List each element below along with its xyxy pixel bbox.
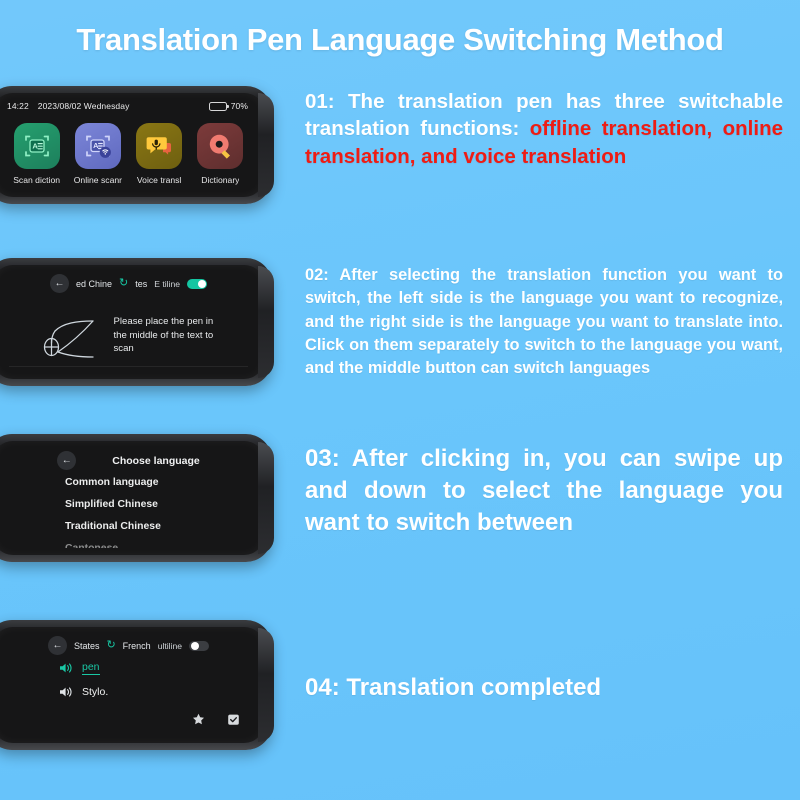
result-action-bar bbox=[192, 713, 240, 731]
list-item[interactable]: Traditional Chinese bbox=[65, 521, 252, 532]
page-title: Translation Pen Language Switching Metho… bbox=[76, 22, 724, 57]
device-screenshot-4: ← States ↻ French ultiline pen Stylo. bbox=[0, 620, 274, 750]
target-word: Stylo. bbox=[82, 686, 109, 698]
target-row: Stylo. bbox=[59, 686, 250, 698]
battery-indicator: 70% bbox=[208, 101, 248, 111]
scan-dictionary-icon: A bbox=[13, 123, 60, 169]
star-icon[interactable] bbox=[192, 713, 205, 731]
device-screen-2: ← ed Chine ↻ tes E tiline Please place t… bbox=[0, 265, 264, 379]
multiline-toggle[interactable] bbox=[189, 640, 210, 651]
device-screenshot-3: ← Choose language Common language Simpli… bbox=[0, 434, 274, 562]
device-screenshot-2: ← ed Chine ↻ tes E tiline Please place t… bbox=[0, 258, 274, 386]
screen-divider bbox=[9, 366, 248, 367]
app-online-scan[interactable]: A Online scanr bbox=[67, 123, 128, 185]
back-arrow-icon[interactable]: ← bbox=[49, 274, 69, 293]
list-item[interactable]: Cantonese bbox=[65, 543, 252, 548]
back-arrow-icon[interactable]: ← bbox=[47, 636, 67, 655]
language-bar: ← ed Chine ↻ tes E tiline bbox=[0, 274, 264, 293]
speaker-icon[interactable] bbox=[59, 686, 73, 698]
online-scan-wifi-icon: A bbox=[74, 123, 121, 169]
step-03-text: 03: After clicking in, you can swipe up … bbox=[305, 445, 783, 537]
choose-language-header: ← Choose language bbox=[0, 451, 264, 470]
swap-languages-icon[interactable]: ↻ bbox=[119, 278, 128, 289]
step-02-text: 02: After selecting the translation func… bbox=[305, 266, 783, 378]
svg-text:A: A bbox=[32, 141, 38, 150]
app-label: Online scanr bbox=[73, 175, 122, 185]
device-screenshot-1: 14:22 2023/08/02 Wednesday 70% A Scan di… bbox=[0, 86, 274, 204]
list-item[interactable]: Simplified Chinese bbox=[65, 499, 252, 510]
step-04-text: 04: Translation completed bbox=[305, 674, 602, 701]
multiline-label: E tiline bbox=[154, 278, 181, 289]
language-bar: ← States ↻ French ultiline bbox=[0, 636, 264, 655]
back-arrow-icon[interactable]: ← bbox=[57, 451, 77, 470]
source-word[interactable]: pen bbox=[82, 661, 100, 675]
source-language[interactable]: States bbox=[74, 641, 100, 651]
source-row: pen bbox=[59, 661, 250, 675]
step-01-text: 01: The translation pen has three switch… bbox=[305, 88, 783, 170]
voice-translation-icon bbox=[136, 123, 183, 169]
multiline-label: ultiline bbox=[157, 640, 183, 651]
scanning-pen-illustration bbox=[43, 320, 94, 358]
status-time: 14:22 bbox=[7, 101, 29, 111]
device-screen-3: ← Choose language Common language Simpli… bbox=[0, 441, 264, 555]
battery-percent: 70% bbox=[230, 101, 248, 111]
clipboard-check-icon[interactable] bbox=[227, 713, 240, 731]
dictionary-search-icon bbox=[197, 123, 244, 169]
app-voice-translation[interactable]: Voice transl bbox=[129, 123, 190, 185]
scan-hint-text: Please place the pen in the middle of th… bbox=[113, 316, 214, 355]
app-grid: A Scan diction A Online scanr Voice tran… bbox=[6, 123, 251, 185]
app-dictionary[interactable]: Dictionary bbox=[190, 123, 251, 185]
choose-language-title: Choose language bbox=[112, 454, 200, 467]
device-screen-1: 14:22 2023/08/02 Wednesday 70% A Scan di… bbox=[0, 93, 264, 197]
language-list[interactable]: Common language Simplified Chinese Tradi… bbox=[65, 477, 252, 548]
target-language[interactable]: French bbox=[123, 641, 151, 651]
translation-result: pen Stylo. bbox=[59, 661, 250, 709]
app-label: Scan diction bbox=[13, 175, 61, 185]
status-date: 2023/08/02 Wednesday bbox=[37, 101, 130, 111]
status-bar: 14:22 2023/08/02 Wednesday 70% bbox=[7, 101, 248, 111]
battery-icon bbox=[208, 101, 229, 111]
swap-languages-icon[interactable]: ↻ bbox=[106, 640, 115, 651]
app-label: Voice transl bbox=[136, 175, 182, 185]
multiline-toggle[interactable] bbox=[187, 278, 208, 289]
scan-instruction-area: Please place the pen in the middle of th… bbox=[0, 301, 264, 379]
device-screen-4: ← States ↻ French ultiline pen Stylo. bbox=[0, 627, 264, 743]
app-label: Dictionary bbox=[201, 175, 240, 185]
target-language[interactable]: tes bbox=[135, 279, 147, 289]
list-item[interactable]: Common language bbox=[65, 477, 252, 488]
app-scan-dictionary[interactable]: A Scan diction bbox=[6, 123, 67, 185]
speaker-icon[interactable] bbox=[59, 662, 73, 674]
source-language[interactable]: ed Chine bbox=[76, 279, 112, 289]
